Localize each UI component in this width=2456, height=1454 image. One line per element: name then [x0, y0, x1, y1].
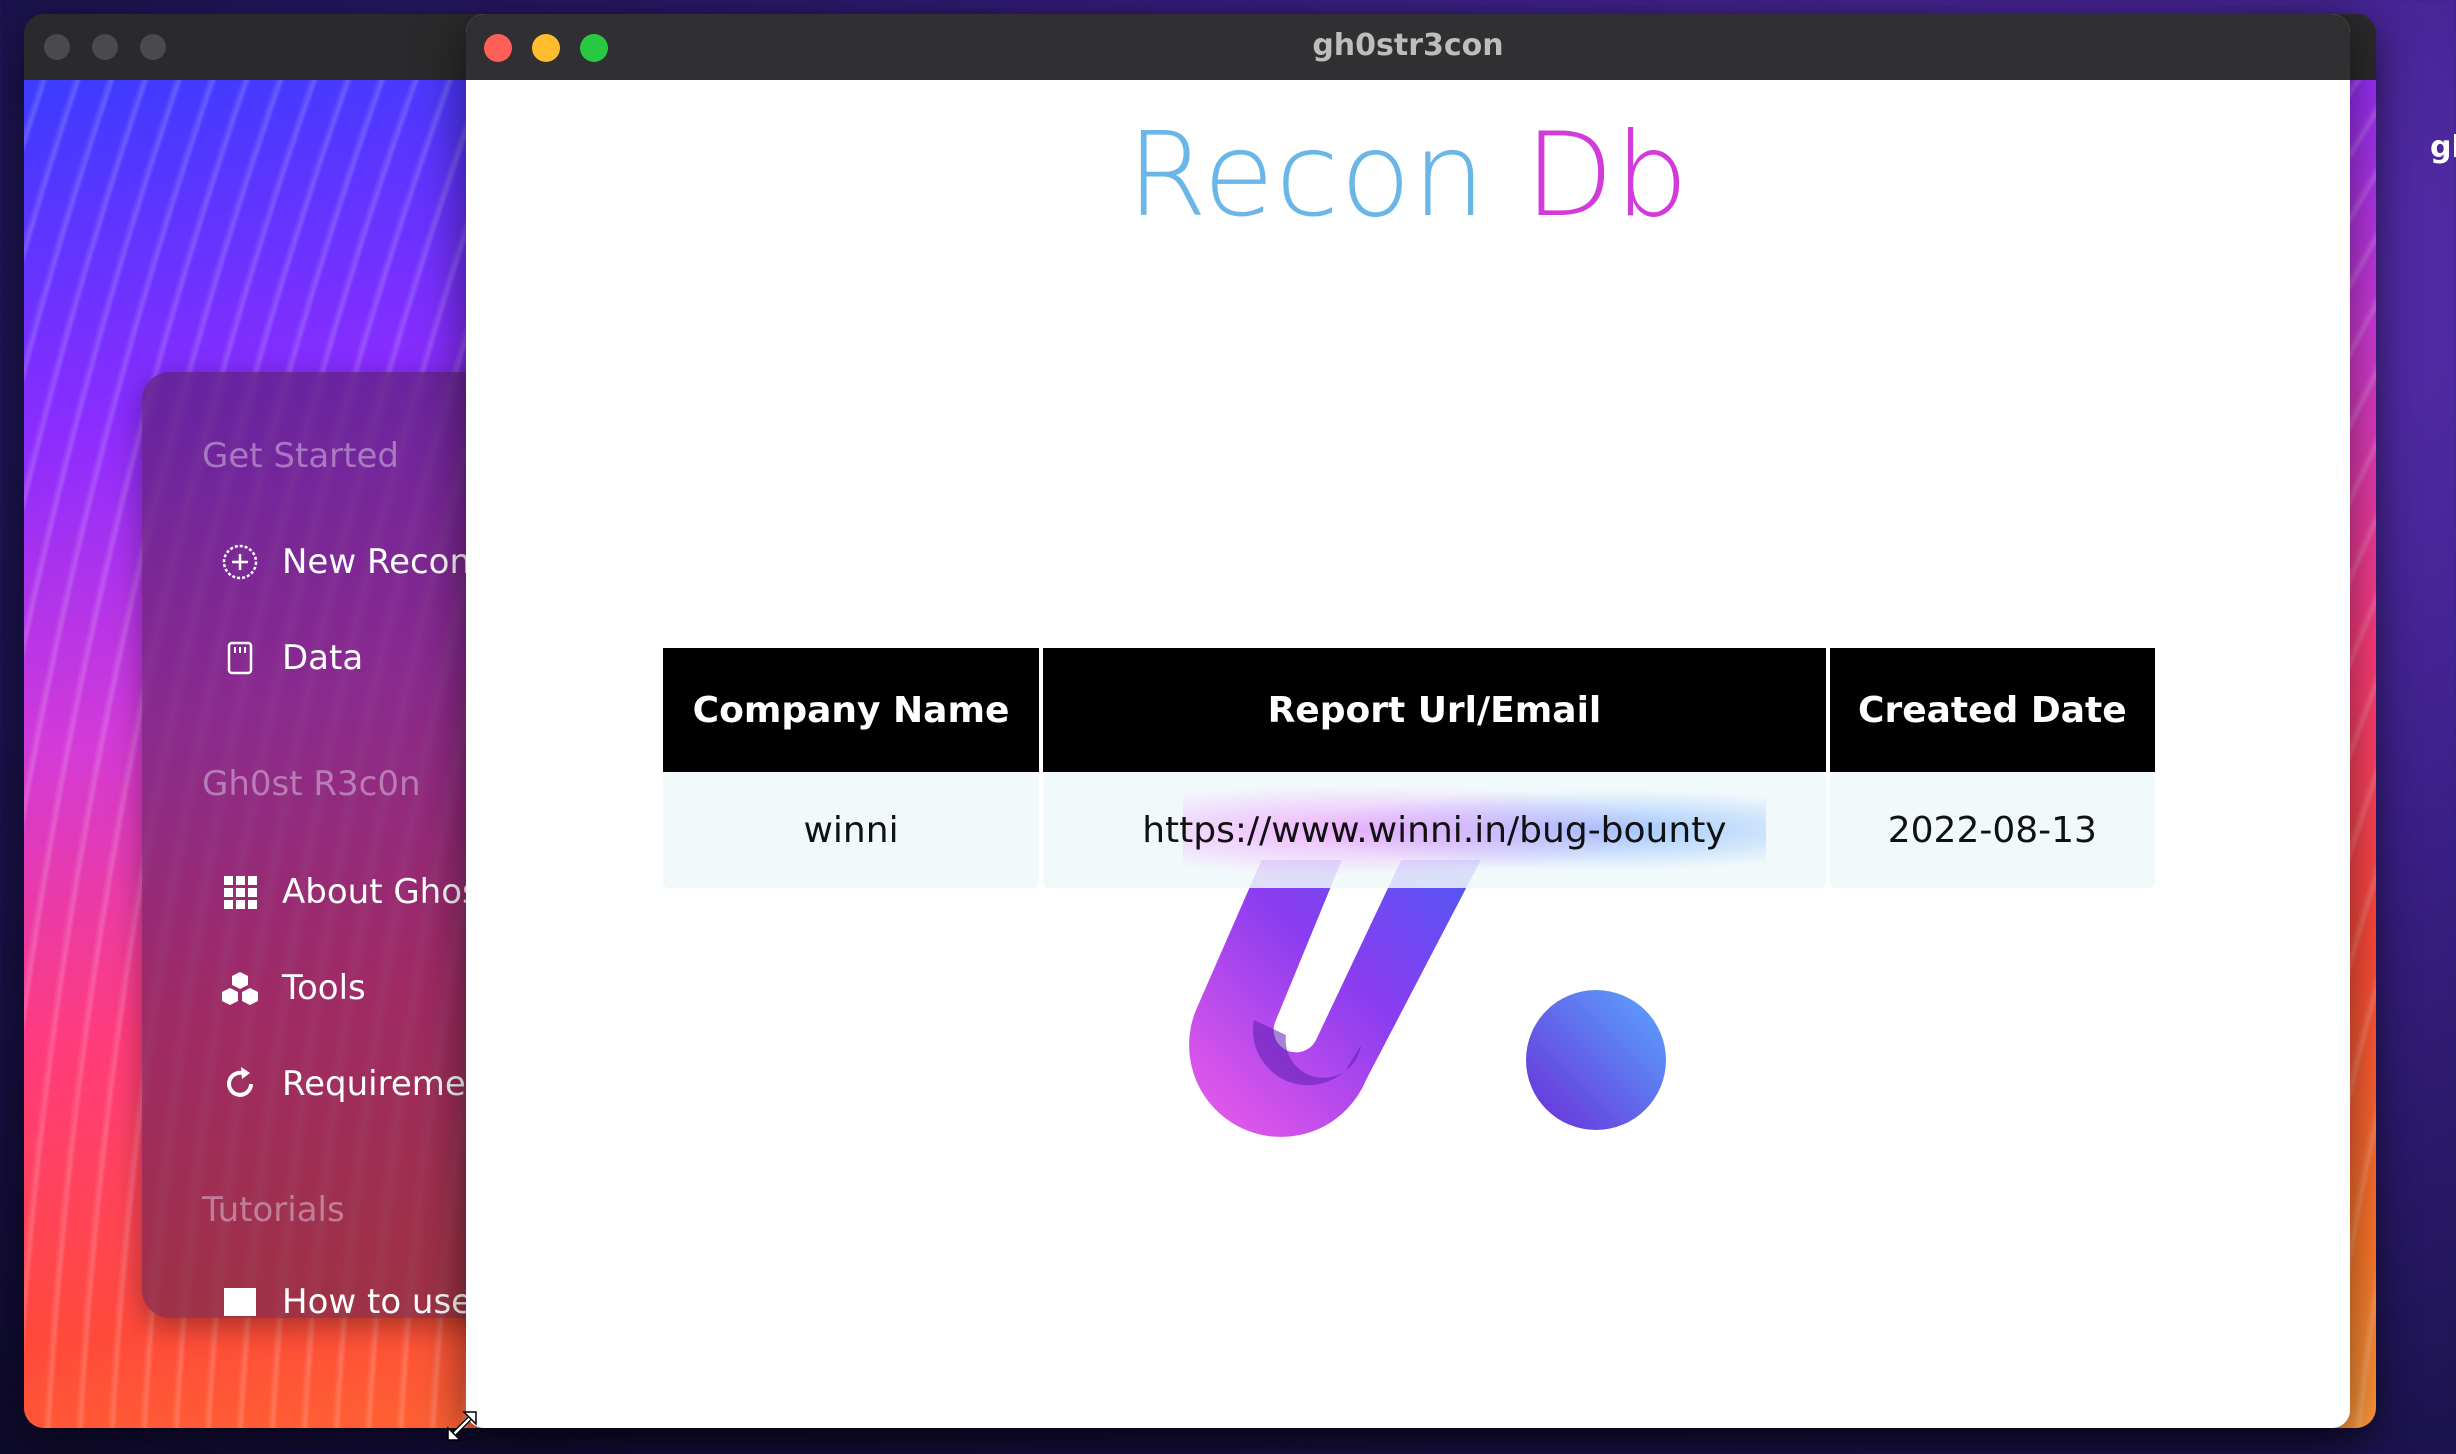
plus-circle-icon — [220, 542, 260, 582]
cell-report-url[interactable]: https://www.winni.in/bug-bounty — [1043, 772, 1826, 888]
sidebar-item-new-recon[interactable]: New Recon — [220, 534, 471, 590]
page-title-recon: Recon — [1126, 108, 1487, 243]
sd-card-icon — [220, 638, 260, 678]
desktop-edge-text: gl — [2430, 130, 2456, 165]
sidebar-item-data[interactable]: Data — [220, 630, 363, 686]
window-title: gh0str3con — [1312, 28, 1504, 63]
recon-table: Company Name Report Url/Email Created Da… — [659, 648, 2159, 888]
grid-icon — [220, 872, 260, 912]
column-header-report-url[interactable]: Report Url/Email — [1043, 648, 1826, 772]
back-close-button[interactable] — [44, 34, 70, 60]
page-title: Recon Db — [466, 108, 2350, 243]
resize-cursor-icon — [447, 1411, 477, 1441]
boxes-icon — [220, 968, 260, 1008]
main-content: Recon Db Company Name Report Url/Email C… — [466, 80, 2350, 1428]
sidebar-heading-gh0st-r3c0n: Gh0st R3c0n — [202, 764, 421, 804]
report-url-link[interactable]: https://www.winni.in/bug-bounty — [1142, 810, 1726, 851]
back-minimize-button[interactable] — [92, 34, 118, 60]
cell-company-name[interactable]: winni — [663, 772, 1040, 888]
page-title-db: Db — [1524, 108, 1690, 243]
cell-created-date[interactable]: 2022-08-13 — [1829, 772, 2155, 888]
table-header-row: Company Name Report Url/Email Created Da… — [663, 648, 2155, 772]
sidebar-item-label: New Recon — [282, 542, 472, 582]
film-icon — [220, 1282, 260, 1318]
column-header-company-name[interactable]: Company Name — [663, 648, 1040, 772]
sidebar-heading-tutorials: Tutorials — [202, 1190, 345, 1230]
main-app-window: gh0str3con Recon Db Company Name Report … — [466, 14, 2350, 1428]
app-logo-icon — [1189, 860, 1666, 1137]
back-zoom-button[interactable] — [140, 34, 166, 60]
sidebar-item-about-ghost[interactable]: About Ghost — [220, 864, 493, 920]
sidebar-item-how-to-use[interactable]: How to use V — [220, 1282, 506, 1318]
sidebar-item-label: Data — [282, 638, 364, 678]
table-row[interactable]: winni https://www.winni.in/bug-bounty 20… — [663, 772, 2155, 888]
window-titlebar[interactable]: gh0str3con — [466, 14, 2350, 81]
sidebar-item-requirements[interactable]: Requirement — [220, 1056, 501, 1112]
sidebar-heading-get-started: Get Started — [202, 436, 399, 476]
column-header-created-date[interactable]: Created Date — [1829, 648, 2155, 772]
refresh-icon — [220, 1064, 260, 1104]
sidebar-item-tools[interactable]: Tools — [220, 960, 366, 1016]
sidebar-item-label: Tools — [282, 968, 366, 1008]
sidebar-item-label: About Ghost — [282, 872, 494, 912]
